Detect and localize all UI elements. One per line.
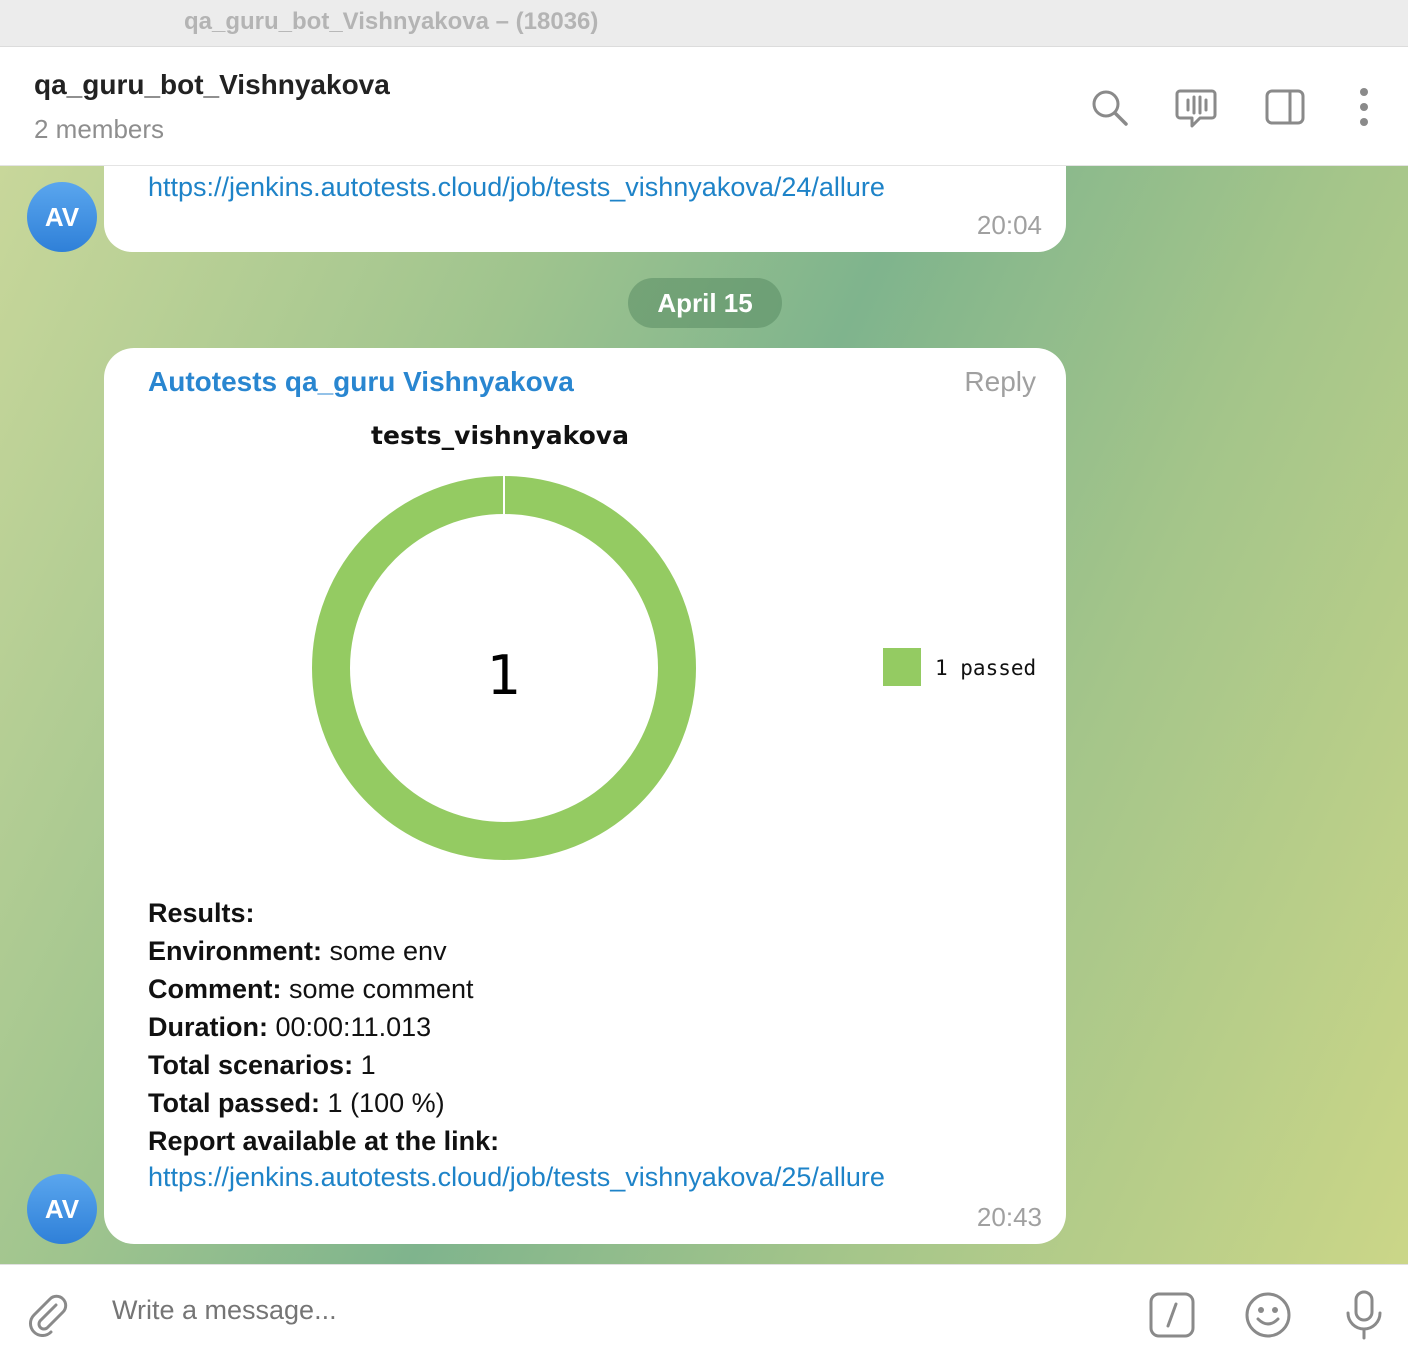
- result-row: Comment: some comment: [148, 974, 474, 1004]
- chart-title: tests_vishnyakova: [371, 421, 629, 450]
- result-row: Total scenarios: 1: [148, 1050, 376, 1080]
- avatar[interactable]: AV: [27, 1174, 97, 1244]
- sidebar-toggle-icon[interactable]: [1263, 85, 1307, 129]
- message-bubble[interactable]: https://jenkins.autotests.cloud/job/test…: [104, 166, 1066, 252]
- results-heading: Results:: [148, 898, 255, 928]
- message-time: 20:04: [976, 210, 1042, 240]
- more-icon[interactable]: [1342, 85, 1386, 129]
- message-time: 20:43: [976, 1202, 1042, 1232]
- chat-title[interactable]: qa_guru_bot_Vishnyakova: [34, 69, 390, 101]
- window-title: qa_guru_bot_Vishnyakova – (18036): [184, 8, 599, 35]
- date-separator: April 15: [628, 278, 782, 328]
- chat-member-count[interactable]: 2 members: [34, 114, 164, 145]
- voice-chat-icon[interactable]: [1174, 85, 1218, 129]
- attach-icon[interactable]: [22, 1289, 74, 1341]
- message-bubble[interactable]: Autotests qa_guru Vishnyakova Reply test…: [104, 348, 1066, 1244]
- microphone-icon[interactable]: [1338, 1289, 1390, 1341]
- message-input[interactable]: [112, 1295, 1092, 1326]
- legend-label: 1 passed: [935, 656, 1036, 680]
- chat-history[interactable]: https://jenkins.autotests.cloud/job/test…: [0, 166, 1408, 1264]
- result-row: Total passed: 1 (100 %): [148, 1088, 445, 1118]
- legend-swatch: [883, 648, 921, 686]
- result-row: Report available at the link:: [148, 1126, 500, 1156]
- message-composer: [0, 1264, 1408, 1362]
- message-sender[interactable]: Autotests qa_guru Vishnyakova: [148, 366, 574, 398]
- search-icon[interactable]: [1087, 85, 1131, 129]
- chart-center-value: 1: [487, 644, 521, 707]
- chat-header: qa_guru_bot_Vishnyakova 2 members: [0, 47, 1408, 166]
- results-text: Results: Environment: some env Comment: …: [148, 894, 499, 1160]
- allure-pie-chart: tests_vishnyakova 1 1 passed: [264, 414, 1044, 874]
- avatar[interactable]: AV: [27, 182, 97, 252]
- reply-button[interactable]: Reply: [964, 366, 1036, 398]
- result-row: Environment: some env: [148, 936, 447, 966]
- emoji-icon[interactable]: [1242, 1289, 1294, 1341]
- result-row: Duration: 00:00:11.013: [148, 1012, 432, 1042]
- window-titlebar: qa_guru_bot_Vishnyakova – (18036): [0, 0, 1408, 47]
- bot-commands-icon[interactable]: [1146, 1289, 1198, 1341]
- report-link[interactable]: https://jenkins.autotests.cloud/job/test…: [148, 1162, 885, 1193]
- report-link[interactable]: https://jenkins.autotests.cloud/job/test…: [148, 172, 885, 203]
